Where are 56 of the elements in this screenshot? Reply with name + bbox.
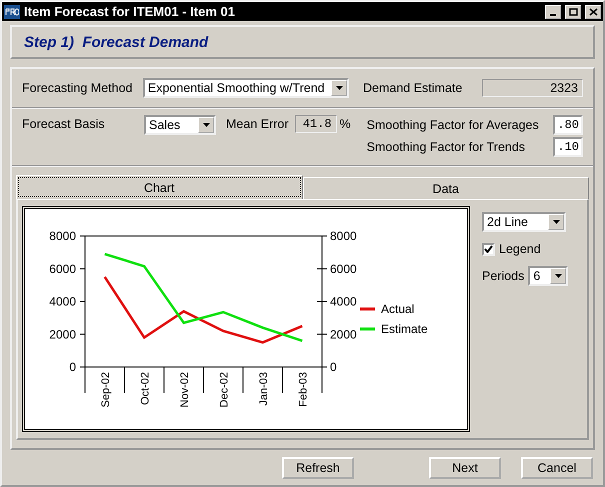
y-tick-label: 4000 <box>330 294 357 309</box>
cancel-button[interactable]: Cancel <box>521 456 593 479</box>
dropdown-arrow-icon <box>202 123 210 128</box>
field-label: Smoothing Factor for Trends <box>366 140 526 154</box>
checkbox-label: Legend <box>499 242 541 256</box>
dropdown-arrow-icon <box>554 274 562 278</box>
next-button[interactable]: Next <box>429 456 501 479</box>
y-tick-label: 2000 <box>49 328 76 342</box>
basis-dropdown[interactable]: Sales <box>144 115 216 136</box>
y-tick-label: 8000 <box>330 229 357 244</box>
legend-checkbox[interactable] <box>482 242 495 256</box>
field-label: Smoothing Factor for Averages <box>366 118 540 132</box>
x-tick-label: Dec-02 <box>218 372 230 408</box>
close-icon <box>588 8 598 16</box>
tab[interactable]: Chart <box>16 175 302 200</box>
maximize-icon <box>568 8 578 16</box>
minimize-icon <box>550 14 556 16</box>
maximize-button[interactable] <box>565 4 581 19</box>
field-label: Forecasting Method <box>22 81 134 96</box>
field-label: Forecast Basis <box>22 117 106 134</box>
unit-label: % <box>340 117 351 134</box>
chart-type-dropdown[interactable]: 2d Line <box>482 212 566 232</box>
dropdown-arrow-icon <box>552 220 560 224</box>
step-title: Step 1) Forecast Demand <box>24 34 208 51</box>
method-dropdown[interactable]: Exponential Smoothing w/Trend <box>142 78 349 98</box>
minimize-button[interactable] <box>545 4 561 19</box>
tab[interactable]: Data <box>302 177 589 200</box>
legend-label: Estimate <box>381 322 428 336</box>
x-tick-label: Nov-02 <box>178 372 191 408</box>
x-tick-label: Feb-03 <box>297 372 310 408</box>
mean-error-field: 41.8 <box>294 115 337 134</box>
y-tick-label: 2000 <box>330 328 357 342</box>
legend-swatch <box>360 308 375 311</box>
dropdown-arrow-icon <box>336 86 342 90</box>
app-icon <box>4 4 20 19</box>
periods-dropdown[interactable]: 6 <box>528 266 568 286</box>
y-tick-label: 4000 <box>49 294 76 309</box>
y-tick-label: 0 <box>330 360 337 374</box>
field-label: Periods <box>482 269 524 284</box>
smoothing-factor-field[interactable]: .80 <box>553 115 583 136</box>
window-title: Item Forecast for ITEM01 - Item 01 <box>24 4 236 20</box>
y-tick-label: 6000 <box>330 262 357 276</box>
legend-swatch <box>360 328 375 331</box>
legend-label: Actual <box>381 302 414 316</box>
y-tick-label: 8000 <box>49 229 76 244</box>
refresh-button[interactable]: Refresh <box>282 456 354 479</box>
smoothing-factor-field[interactable]: .10 <box>553 137 583 158</box>
x-tick-label: Sep-02 <box>100 372 112 408</box>
x-tick-label: Oct-02 <box>139 372 152 406</box>
close-button[interactable] <box>585 4 601 19</box>
y-tick-label: 6000 <box>49 262 76 276</box>
field-label: Mean Error <box>226 117 289 134</box>
field-label: Demand Estimate <box>363 81 464 96</box>
y-tick-label: 0 <box>69 360 76 374</box>
x-tick-label: Jan-03 <box>258 372 270 406</box>
demand-estimate-field: 2323 <box>482 79 583 98</box>
